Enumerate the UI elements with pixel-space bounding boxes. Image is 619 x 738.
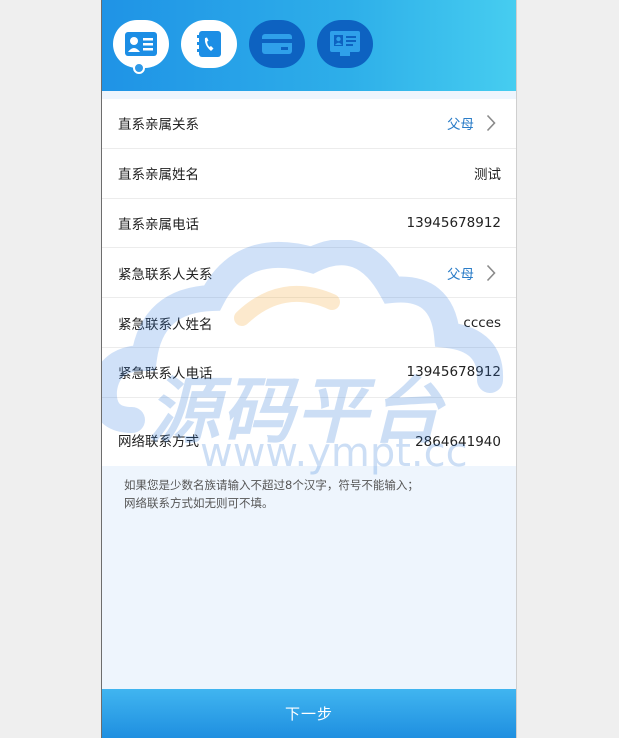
emergency-name-input[interactable]: ccces <box>463 315 501 331</box>
step-contacts[interactable] <box>181 20 237 68</box>
relation-select-value[interactable]: 父母 <box>447 263 474 283</box>
phone-screen: 直系亲属关系 父母 直系亲属姓名 测试 直系亲属电话 13945678912 紧… <box>101 0 517 738</box>
step-id-verify[interactable] <box>317 20 373 68</box>
contact-form: 直系亲属关系 父母 直系亲属姓名 测试 直系亲属电话 13945678912 紧… <box>102 99 516 466</box>
hint-line: 如果您是少数名族请输入不超过8个汉字，符号不能输入； <box>124 478 419 492</box>
step-contact-info[interactable] <box>113 20 169 74</box>
bank-card-icon <box>262 34 292 54</box>
current-step-indicator <box>133 62 145 74</box>
row-label: 网络联系方式 <box>118 433 199 450</box>
form-hint: 如果您是少数名族请输入不超过8个汉字，符号不能输入； 网络联系方式如无则可不填。 <box>124 476 419 512</box>
form-row-direct-phone: 直系亲属电话 13945678912 <box>102 199 516 249</box>
step-bank-card[interactable] <box>249 20 305 68</box>
phone-book-icon <box>197 31 221 57</box>
row-label: 紧急联系人关系 <box>118 266 213 283</box>
form-row-direct-name: 直系亲属姓名 测试 <box>102 149 516 199</box>
contact-card-icon <box>125 32 157 56</box>
hint-line: 网络联系方式如无则可不填。 <box>124 496 274 510</box>
row-label: 直系亲属电话 <box>118 216 199 233</box>
emergency-phone-input[interactable]: 13945678912 <box>407 364 501 380</box>
row-label: 直系亲属关系 <box>118 117 199 134</box>
row-label: 紧急联系人姓名 <box>118 316 213 333</box>
next-step-button[interactable]: 下一步 <box>102 689 516 738</box>
chevron-right-icon[interactable] <box>486 264 496 282</box>
row-label: 紧急联系人电话 <box>118 366 213 383</box>
step-header <box>102 0 516 91</box>
form-row-online-contact: 网络联系方式 2864641940 <box>102 398 516 466</box>
chevron-right-icon[interactable] <box>486 114 496 132</box>
row-label: 直系亲属姓名 <box>118 167 199 184</box>
relation-select-value[interactable]: 父母 <box>447 113 474 133</box>
form-row-emergency-name: 紧急联系人姓名 ccces <box>102 298 516 348</box>
id-card-icon <box>330 31 360 56</box>
form-row-emergency-relation[interactable]: 紧急联系人关系 父母 <box>102 248 516 299</box>
form-row-emergency-phone: 紧急联系人电话 13945678912 <box>102 348 516 398</box>
direct-name-input[interactable]: 测试 <box>474 163 501 183</box>
online-contact-input[interactable]: 2864641940 <box>415 434 501 450</box>
form-row-direct-relation[interactable]: 直系亲属关系 父母 <box>102 99 516 149</box>
direct-phone-input[interactable]: 13945678912 <box>407 215 501 231</box>
